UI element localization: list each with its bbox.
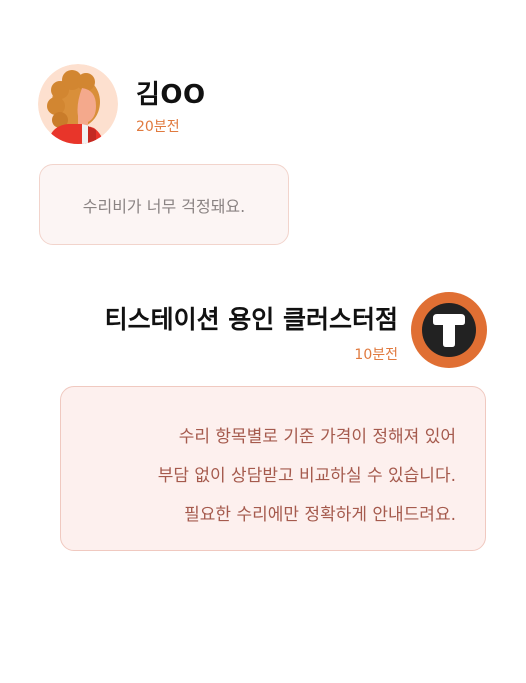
t-logo-icon	[411, 292, 487, 368]
user-message-header: 김OO 20분전	[38, 64, 338, 146]
store-name: 티스테이션 용인 클러스터점	[104, 305, 398, 334]
woman-avatar-icon	[38, 64, 118, 144]
store-message-line-1: 수리 항목별로 기준 가격이 정해져 있어	[178, 427, 456, 447]
user-message-bubble: 수리비가 너무 걱정돼요.	[39, 164, 289, 245]
user-message-time: 20분전	[136, 119, 180, 135]
user-name: 김OO	[136, 80, 206, 110]
store-message-bubble: 수리 항목별로 기준 가격이 정해져 있어 부담 없이 상담받고 비교하실 수 …	[60, 386, 486, 551]
user-message-text: 수리비가 너무 걱정돼요.	[82, 196, 246, 216]
store-message-line-3: 필요한 수리에만 정확하게 안내드려요.	[184, 505, 456, 525]
store-message-line-2: 부담 없이 상담받고 비교하실 수 있습니다.	[157, 466, 456, 486]
store-message-time: 10분전	[354, 347, 398, 363]
